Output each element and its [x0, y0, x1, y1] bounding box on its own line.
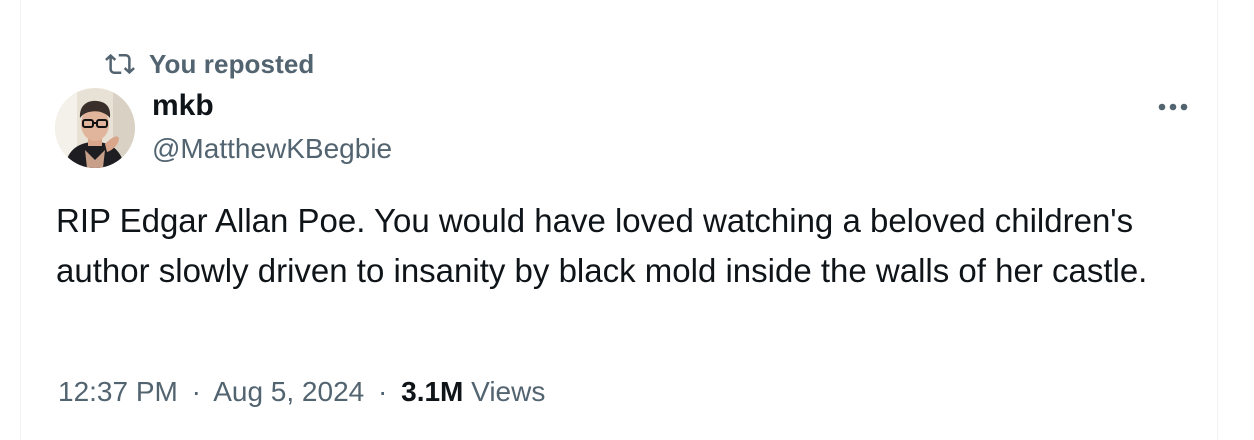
more-icon	[1157, 99, 1189, 117]
repost-icon	[105, 49, 135, 79]
repost-label: You reposted	[149, 48, 315, 79]
views-label: Views	[471, 376, 546, 407]
author-display-name[interactable]: mkb	[152, 88, 214, 124]
more-options-button[interactable]	[1143, 88, 1203, 128]
tweet-timestamp[interactable]: 12:37 PM · Aug 5, 2024	[58, 376, 372, 407]
author-handle[interactable]: @MatthewKBegbie	[152, 132, 392, 166]
tweet-card[interactable]: You reposted mkb @MatthewKBegbie RIP Edg…	[20, 0, 1218, 440]
views-count: 3.1M	[401, 376, 464, 407]
avatar[interactable]	[55, 88, 135, 168]
meta-separator: ·	[378, 376, 388, 407]
tweet-text: RIP Edgar Allan Poe. You would have love…	[56, 202, 1148, 289]
tweet-date: Aug 5, 2024	[213, 376, 365, 407]
tweet-time: 12:37 PM	[58, 376, 178, 407]
meta-separator: ·	[191, 376, 201, 407]
repost-indicator: You reposted	[105, 48, 314, 80]
tweet-meta: 12:37 PM · Aug 5, 2024 · 3.1M Views	[58, 372, 545, 412]
